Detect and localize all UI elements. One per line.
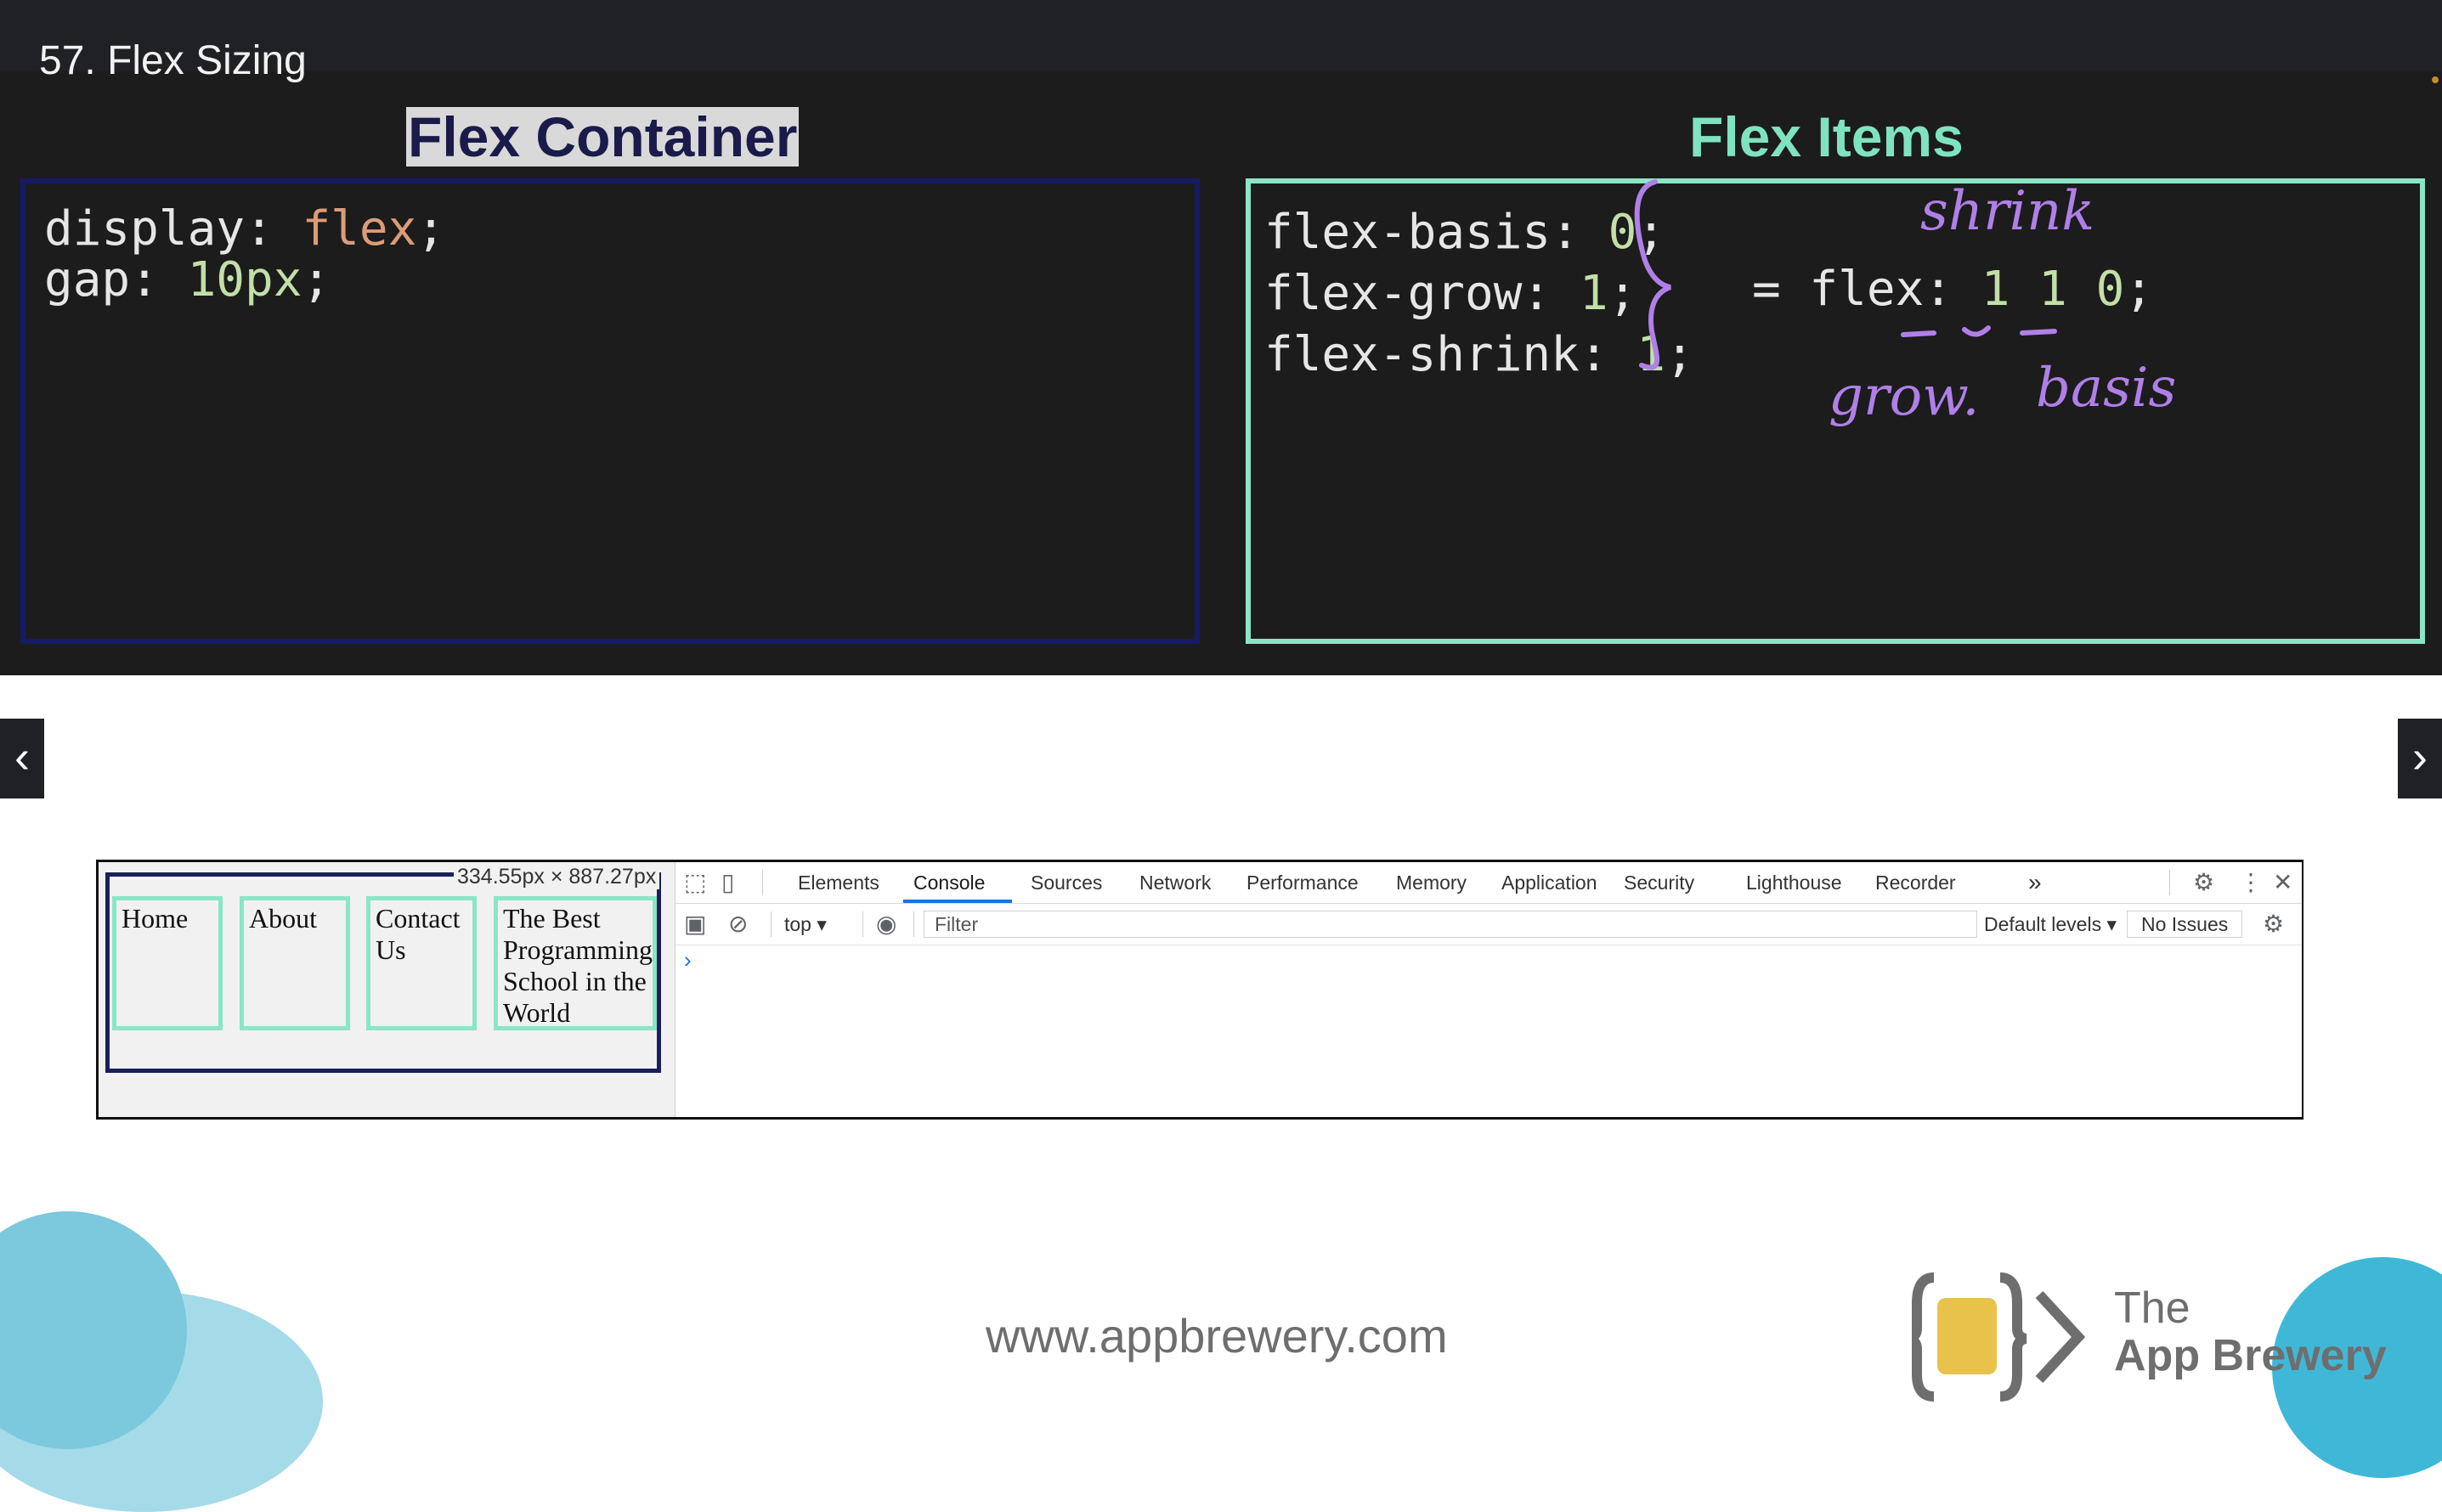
console-prompt[interactable]: › bbox=[684, 947, 692, 973]
logo-text-the: The bbox=[2114, 1284, 2190, 1333]
active-tab-indicator bbox=[903, 900, 1012, 903]
sidebar-toggle-icon[interactable]: ▣ bbox=[684, 904, 706, 945]
chevron-right-icon: › bbox=[2412, 731, 2428, 782]
slide-area: 57. Flex Sizing Flex Container Flex Item… bbox=[0, 0, 2442, 675]
brace-left-icon bbox=[1912, 1272, 1935, 1402]
flex-shorthand: = flex: 1 1 0; bbox=[1752, 262, 2154, 317]
page-preview: 334.55px × 887.27px Home About Contact U… bbox=[99, 862, 675, 1117]
console-settings-icon[interactable]: ⚙ bbox=[2263, 904, 2284, 945]
tab-security[interactable]: Security bbox=[1624, 862, 1694, 903]
device-toolbar-icon[interactable]: ▯ bbox=[721, 862, 734, 903]
annotation-shrink: shrink bbox=[1920, 180, 2095, 243]
flex-container-panel: display: flex; gap: 10px; bbox=[20, 178, 1200, 644]
flex-item-school[interactable]: The Best Programming School in the World bbox=[494, 896, 657, 1030]
items-code: flex-basis: 0; flex-grow: 1; flex-shrink… bbox=[1264, 205, 1694, 382]
chevron-logo-icon bbox=[2035, 1290, 2086, 1384]
devtools-tabbar: ⬚ ▯ Elements Console Sources Network Per… bbox=[676, 862, 2302, 904]
more-tabs-button[interactable]: » bbox=[2028, 862, 2042, 903]
tab-elements[interactable]: Elements bbox=[798, 862, 879, 903]
eye-icon[interactable]: ◉ bbox=[876, 904, 896, 945]
tab-lighthouse[interactable]: Lighthouse bbox=[1746, 862, 1842, 903]
website-url: www.appbrewery.com bbox=[986, 1309, 1448, 1362]
tab-recorder[interactable]: Recorder bbox=[1875, 862, 1956, 903]
clear-console-icon[interactable]: ⊘ bbox=[728, 904, 748, 945]
lesson-title: 57. Flex Sizing bbox=[39, 38, 307, 83]
beer-glass-icon bbox=[1937, 1298, 1997, 1374]
title-bar bbox=[0, 0, 2442, 71]
next-slide-button[interactable]: › bbox=[2398, 719, 2442, 798]
issues-button[interactable]: No Issues bbox=[2127, 911, 2243, 938]
flex-item-home[interactable]: Home bbox=[112, 896, 223, 1030]
filter-input[interactable]: Filter bbox=[924, 911, 1977, 938]
logo-text-brand: App Brewery bbox=[2114, 1331, 2387, 1380]
gear-icon[interactable]: ⚙ bbox=[2193, 862, 2214, 903]
log-levels-dropdown[interactable]: Default levels ▾ bbox=[1984, 904, 2117, 945]
tab-memory[interactable]: Memory bbox=[1396, 862, 1467, 903]
flex-container-heading: Flex Container bbox=[406, 105, 800, 168]
annotation-basis: basis bbox=[2036, 357, 2177, 420]
brace-right-icon bbox=[1999, 1272, 2027, 1402]
container-code: display: flex; gap: 10px; bbox=[44, 201, 446, 307]
chevron-left-icon: ‹ bbox=[14, 731, 30, 782]
previous-slide-button[interactable]: ‹ bbox=[0, 719, 44, 798]
flex-items-heading: Flex Items bbox=[1689, 105, 1964, 168]
tab-performance[interactable]: Performance bbox=[1246, 862, 1359, 903]
close-icon[interactable]: ✕ bbox=[2273, 862, 2292, 903]
flex-item-contact[interactable]: Contact Us bbox=[366, 896, 477, 1030]
dimension-label: 334.55px × 887.27px bbox=[454, 865, 660, 889]
annotation-grow: grow. bbox=[1829, 365, 1980, 428]
context-selector[interactable]: top ▾ bbox=[784, 904, 827, 945]
kebab-menu-icon[interactable]: ⋮ bbox=[2239, 862, 2263, 903]
devtools-panel: ⬚ ▯ Elements Console Sources Network Per… bbox=[675, 862, 2302, 1117]
inspect-element-icon[interactable]: ⬚ bbox=[684, 862, 706, 903]
tab-sources[interactable]: Sources bbox=[1031, 862, 1102, 903]
flex-item-about[interactable]: About bbox=[240, 896, 350, 1030]
tab-network[interactable]: Network bbox=[1139, 862, 1211, 903]
tab-console[interactable]: Console bbox=[913, 862, 985, 903]
status-dot bbox=[2432, 76, 2439, 83]
tab-application[interactable]: Application bbox=[1501, 862, 1597, 903]
browser-window: 334.55px × 887.27px Home About Contact U… bbox=[96, 860, 2304, 1120]
